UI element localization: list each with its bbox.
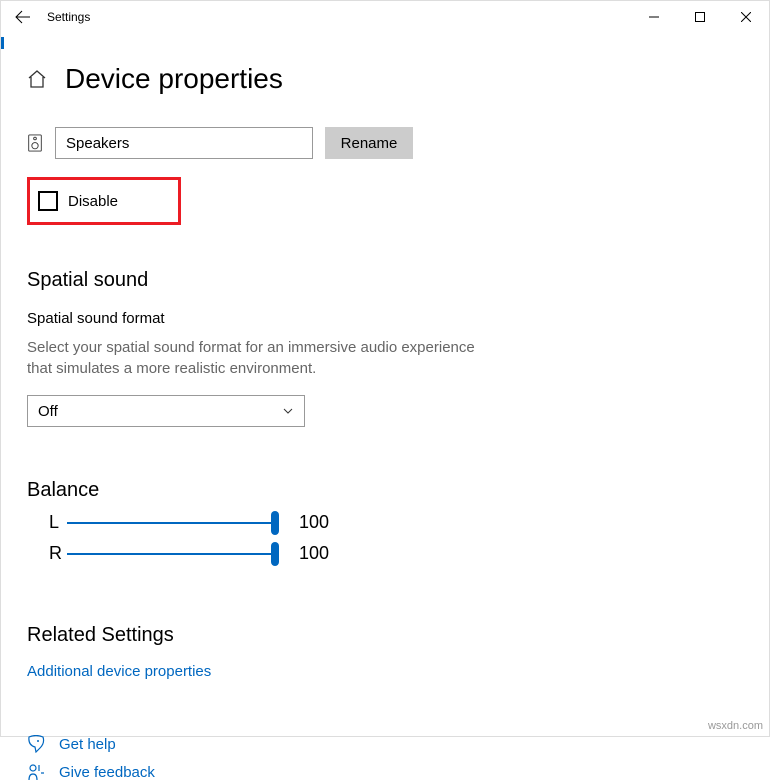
dropdown-value: Off <box>38 403 58 420</box>
spatial-format-dropdown[interactable]: Off <box>27 395 305 427</box>
accent-bar <box>1 37 4 49</box>
right-balance-value: 100 <box>299 543 329 564</box>
disable-checkbox[interactable] <box>38 191 58 211</box>
get-help-link[interactable]: Get help <box>59 736 116 753</box>
speaker-icon <box>27 134 43 152</box>
titlebar: Settings <box>1 1 769 33</box>
slider-track <box>67 522 279 524</box>
home-icon[interactable] <box>27 69 47 89</box>
maximize-button[interactable] <box>677 1 723 33</box>
right-balance-slider[interactable] <box>67 544 279 564</box>
slider-thumb[interactable] <box>271 511 279 535</box>
page-title: Device properties <box>65 63 283 95</box>
spatial-help-text: Select your spatial sound format for an … <box>27 337 487 379</box>
spatial-format-label: Spatial sound format <box>27 310 743 327</box>
close-icon <box>741 12 751 22</box>
balance-heading: Balance <box>27 479 743 502</box>
page-header: Device properties <box>27 63 743 95</box>
maximize-icon <box>695 12 705 22</box>
close-button[interactable] <box>723 1 769 33</box>
left-channel-label: L <box>27 512 67 533</box>
balance-right-row: R 100 <box>27 543 743 564</box>
minimize-button[interactable] <box>631 1 677 33</box>
right-channel-label: R <box>27 543 67 564</box>
feedback-icon <box>27 763 45 781</box>
slider-thumb[interactable] <box>271 542 279 566</box>
help-icon <box>27 735 45 753</box>
rename-row: Rename <box>27 127 743 159</box>
rename-button[interactable]: Rename <box>325 127 413 159</box>
watermark: wsxdn.com <box>708 720 763 732</box>
footer-links: Get help Give feedback <box>27 735 743 781</box>
related-settings-heading: Related Settings <box>27 624 743 647</box>
left-balance-slider[interactable] <box>67 513 279 533</box>
minimize-icon <box>649 12 659 22</box>
balance-left-row: L 100 <box>27 512 743 533</box>
window-controls <box>631 1 769 33</box>
disable-label: Disable <box>68 193 118 210</box>
back-arrow-icon <box>15 9 31 25</box>
disable-highlight-box: Disable <box>27 177 181 225</box>
device-name-input[interactable] <box>55 127 313 159</box>
window-title: Settings <box>47 10 90 24</box>
give-feedback-link[interactable]: Give feedback <box>59 764 155 781</box>
back-button[interactable] <box>9 3 37 31</box>
slider-track <box>67 553 279 555</box>
additional-properties-link[interactable]: Additional device properties <box>27 663 211 680</box>
spatial-sound-heading: Spatial sound <box>27 269 743 292</box>
chevron-down-icon <box>282 405 294 417</box>
feedback-row: Give feedback <box>27 763 743 781</box>
left-balance-value: 100 <box>299 512 329 533</box>
get-help-row: Get help <box>27 735 743 753</box>
